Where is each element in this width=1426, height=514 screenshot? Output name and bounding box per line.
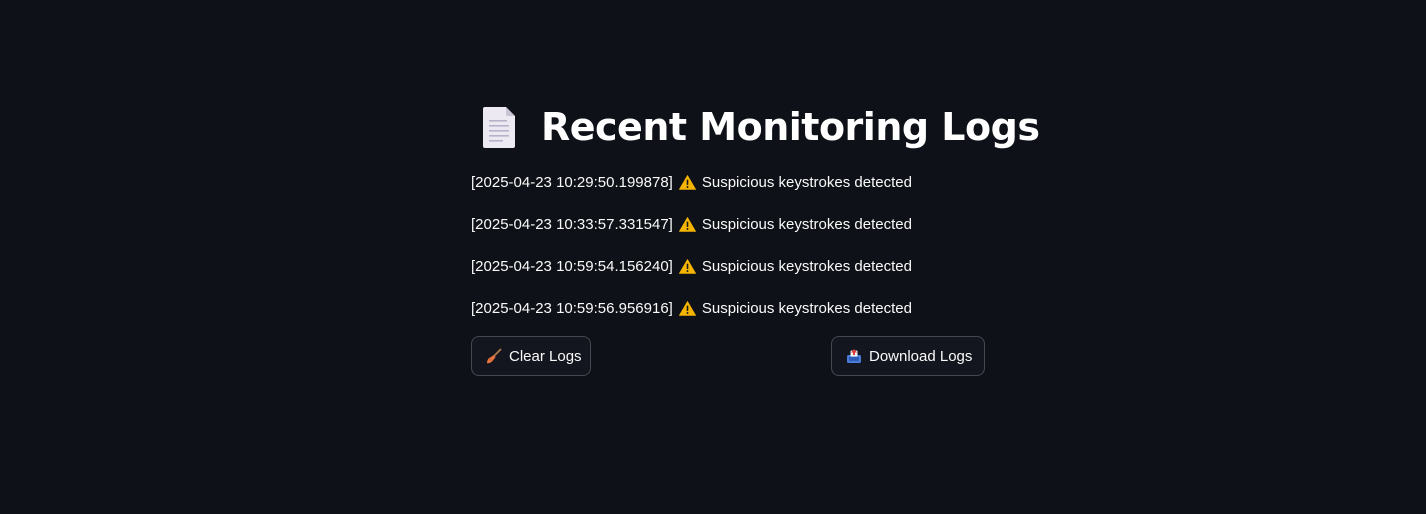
clear-logs-button[interactable]: Clear Logs bbox=[471, 336, 591, 376]
log-entry: [2025-04-23 10:59:54.156240] Suspicious … bbox=[471, 256, 985, 298]
download-logs-button[interactable]: Download Logs bbox=[831, 336, 985, 376]
outbox-tray-icon bbox=[847, 349, 861, 363]
clear-logs-label: Clear Logs bbox=[509, 347, 582, 365]
page-title-text: Recent Monitoring Logs bbox=[541, 105, 1040, 149]
warning-icon bbox=[678, 175, 696, 190]
log-list: [2025-04-23 10:29:50.199878] Suspicious … bbox=[471, 172, 985, 340]
log-entry: [2025-04-23 10:59:56.956916] Suspicious … bbox=[471, 298, 985, 340]
warning-icon bbox=[678, 301, 696, 316]
log-timestamp: [2025-04-23 10:33:57.331547] bbox=[471, 216, 673, 233]
page-title: Recent Monitoring Logs bbox=[481, 100, 1040, 154]
log-timestamp: [2025-04-23 10:59:56.956916] bbox=[471, 300, 673, 317]
page-facing-up-icon bbox=[481, 105, 517, 149]
warning-icon bbox=[678, 259, 696, 274]
log-entry: [2025-04-23 10:29:50.199878] Suspicious … bbox=[471, 172, 985, 214]
log-entry: [2025-04-23 10:33:57.331547] Suspicious … bbox=[471, 214, 985, 256]
log-timestamp: [2025-04-23 10:29:50.199878] bbox=[471, 174, 673, 191]
log-message: Suspicious keystrokes detected bbox=[701, 216, 912, 233]
log-message: Suspicious keystrokes detected bbox=[701, 258, 912, 275]
log-message: Suspicious keystrokes detected bbox=[701, 174, 912, 191]
log-message: Suspicious keystrokes detected bbox=[701, 300, 912, 317]
log-timestamp: [2025-04-23 10:59:54.156240] bbox=[471, 258, 673, 275]
broom-icon bbox=[486, 348, 502, 364]
download-logs-label: Download Logs bbox=[869, 347, 973, 365]
warning-icon bbox=[678, 217, 696, 232]
